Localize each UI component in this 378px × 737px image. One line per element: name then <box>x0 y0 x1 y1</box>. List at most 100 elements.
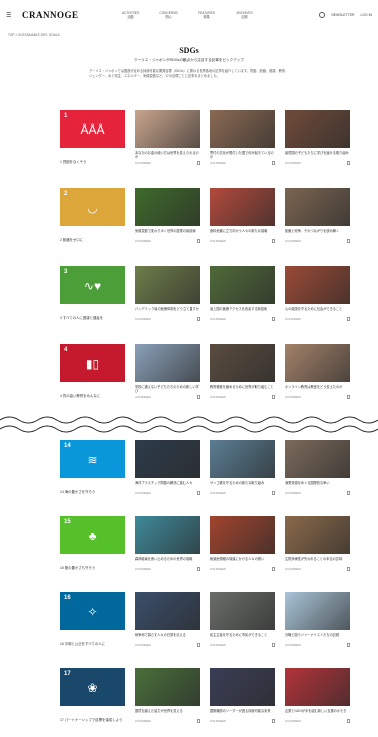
article-card[interactable]: 最貧国の子どもたちに学びを届ける取り組み COURRiER <box>285 110 350 166</box>
article-thumbnail[interactable] <box>285 110 350 148</box>
article-thumbnail[interactable] <box>210 188 275 226</box>
goal-card[interactable]: 2 ◡ 2 飢餓をゼロに <box>60 188 125 243</box>
bookmark-icon[interactable] <box>272 567 275 572</box>
article-thumbnail[interactable] <box>285 188 350 226</box>
article-card[interactable]: 国境を越えた協力が世界を変える COURRiER <box>135 668 200 724</box>
article-title[interactable]: 生物多様性が失われることの本当の意味 <box>285 557 350 565</box>
newsletter-link[interactable]: NEWSLETTER <box>331 13 354 17</box>
article-card[interactable]: 国際機関のリーダーが語る持続可能な未来 COURRiER <box>210 668 275 724</box>
goal-card[interactable]: 15 ♣ 15 陸の豊かさも守ろう <box>60 516 125 571</box>
article-card[interactable]: 漁業資源をめぐる国際的な争い COURRiER <box>285 440 350 496</box>
article-card[interactable]: 教育格差を縮めるために世界が取り組むこと COURRiER <box>210 344 275 400</box>
article-thumbnail[interactable] <box>285 440 350 478</box>
article-thumbnail[interactable] <box>135 668 200 706</box>
article-card[interactable]: 心の健康を守るために社会ができること COURRiER <box>285 266 350 322</box>
article-thumbnail[interactable] <box>210 668 275 706</box>
article-thumbnail[interactable] <box>135 266 200 304</box>
bookmark-icon[interactable] <box>347 161 350 166</box>
article-card[interactable]: 海洋プラスチック問題の解決に挑む人々 COURRiER <box>135 440 200 496</box>
nav-item-features[interactable]: FEATURES 特集 <box>193 11 221 19</box>
article-title[interactable]: 途上国の医療アクセスを改善する新技術 <box>210 307 275 315</box>
article-title[interactable]: 森林破壊を食い止めるための世界の挑戦 <box>135 557 200 565</box>
goal-tile[interactable]: 3 ∿♥ <box>60 266 125 304</box>
bookmark-icon[interactable] <box>347 491 350 496</box>
goal-tile[interactable]: 14 ≋ <box>60 440 125 478</box>
bookmark-icon[interactable] <box>197 567 200 572</box>
article-card[interactable]: 途上国の医療アクセスを改善する新技術 COURRiER <box>210 266 275 322</box>
goal-card[interactable]: 1 ÅÅÅ 1 貧困をなくそう <box>60 110 125 165</box>
article-card[interactable]: 森林破壊を食い止めるための世界の挑戦 COURRiER <box>135 516 200 572</box>
menu-icon[interactable]: ☰ <box>6 12 18 19</box>
bookmark-icon[interactable] <box>197 161 200 166</box>
article-thumbnail[interactable] <box>285 668 350 706</box>
article-title[interactable]: 民主主義を守るために市民ができること <box>210 633 275 641</box>
article-title[interactable]: サンゴ礁を守るための新たな取り組み <box>210 481 275 489</box>
bookmark-icon[interactable] <box>347 395 350 400</box>
goal-tile[interactable]: 4 ▮▯ <box>60 344 125 382</box>
bookmark-icon[interactable] <box>347 239 350 244</box>
bookmark-icon[interactable] <box>272 643 275 648</box>
breadcrumb[interactable]: TOP > SUSTAINABLE DEV. GOALS <box>8 33 60 37</box>
article-card[interactable]: 学校に通えない子どもたちのための新しい学び COURRiER <box>135 344 200 400</box>
article-title[interactable]: 絶滅危惧種の保護にかける人々の想い <box>210 557 275 565</box>
article-card[interactable]: 食料危機に立ち向かう人々の新たな挑戦 COURRiER <box>210 188 275 244</box>
bookmark-icon[interactable] <box>197 491 200 496</box>
article-thumbnail[interactable] <box>135 110 200 148</box>
article-card[interactable]: 紛争地で暮らす人々の日常を伝える COURRiER <box>135 592 200 648</box>
search-icon[interactable] <box>319 12 326 18</box>
login-link[interactable]: LOG IN <box>361 13 373 17</box>
goal-tile[interactable]: 2 ◡ <box>60 188 125 226</box>
article-card[interactable]: 気候変動で変わりゆく世界の農業の最前線 COURRiER <box>135 188 200 244</box>
article-thumbnail[interactable] <box>135 516 200 554</box>
article-thumbnail[interactable] <box>135 188 200 226</box>
article-title[interactable]: 最貧国の子どもたちに学びを届ける取り組み <box>285 151 350 159</box>
nav-item-archives[interactable]: ARCHIVES 記録 <box>231 11 259 19</box>
article-thumbnail[interactable] <box>210 440 275 478</box>
bookmark-icon[interactable] <box>197 239 200 244</box>
article-thumbnail[interactable] <box>285 592 350 630</box>
article-card[interactable]: 寄付の文化が根付いた国で何が起きているのか COURRiER <box>210 110 275 166</box>
article-title[interactable]: 飢餓と紛争、そのつながりを読み解く <box>285 229 350 237</box>
article-thumbnail[interactable] <box>135 592 200 630</box>
article-title[interactable]: 学校に通えない子どもたちのための新しい学び <box>135 385 200 393</box>
article-title[interactable]: 汚職と闘うジャーナリストたちの記録 <box>285 633 350 641</box>
bookmark-icon[interactable] <box>197 643 200 648</box>
article-thumbnail[interactable] <box>210 110 275 148</box>
site-logo[interactable]: CRANNOGE <box>22 10 79 20</box>
article-thumbnail[interactable] <box>285 516 350 554</box>
bookmark-icon[interactable] <box>272 161 275 166</box>
article-thumbnail[interactable] <box>285 344 350 382</box>
goal-tile[interactable]: 15 ♣ <box>60 516 125 554</box>
bookmark-icon[interactable] <box>272 395 275 400</box>
goal-card[interactable]: 17 ❀ 17 パートナーシップで目標を達成しよう <box>60 668 125 723</box>
article-title[interactable]: 教育格差を縮めるために世界が取り組むこと <box>210 385 275 393</box>
article-card[interactable]: 生物多様性が失われることの本当の意味 COURRiER <box>285 516 350 572</box>
article-title[interactable]: 企業とNGOが手を組む新しい支援のかたち <box>285 709 350 717</box>
bookmark-icon[interactable] <box>197 395 200 400</box>
article-title[interactable]: あなたのお金の使い方は世界を変えられるのか <box>135 151 200 159</box>
article-title[interactable]: 漁業資源をめぐる国際的な争い <box>285 481 350 489</box>
article-card[interactable]: サンゴ礁を守るための新たな取り組み COURRiER <box>210 440 275 496</box>
article-thumbnail[interactable] <box>210 266 275 304</box>
bookmark-icon[interactable] <box>347 643 350 648</box>
article-thumbnail[interactable] <box>210 344 275 382</box>
article-thumbnail[interactable] <box>210 516 275 554</box>
goal-tile[interactable]: 1 ÅÅÅ <box>60 110 125 148</box>
article-thumbnail[interactable] <box>135 440 200 478</box>
article-title[interactable]: 気候変動で変わりゆく世界の農業の最前線 <box>135 229 200 237</box>
article-thumbnail[interactable] <box>210 592 275 630</box>
article-card[interactable]: パンデミック後の医療体制をどう立て直すか COURRiER <box>135 266 200 322</box>
article-card[interactable]: 企業とNGOが手を組む新しい支援のかたち COURRiER <box>285 668 350 724</box>
bookmark-icon[interactable] <box>197 719 200 724</box>
bookmark-icon[interactable] <box>272 491 275 496</box>
bookmark-icon[interactable] <box>272 239 275 244</box>
article-title[interactable]: 心の健康を守るために社会ができること <box>285 307 350 315</box>
article-card[interactable]: あなたのお金の使い方は世界を変えられるのか COURRiER <box>135 110 200 166</box>
bookmark-icon[interactable] <box>272 317 275 322</box>
nav-item-concerns[interactable]: CONCERNS 関心 <box>155 11 183 19</box>
goal-card[interactable]: 4 ▮▯ 4 質の高い教育をみんなに <box>60 344 125 399</box>
goal-card[interactable]: 14 ≋ 14 海の豊かさを守ろう <box>60 440 125 495</box>
article-thumbnail[interactable] <box>285 266 350 304</box>
article-card[interactable]: 絶滅危惧種の保護にかける人々の想い COURRiER <box>210 516 275 572</box>
bookmark-icon[interactable] <box>347 567 350 572</box>
